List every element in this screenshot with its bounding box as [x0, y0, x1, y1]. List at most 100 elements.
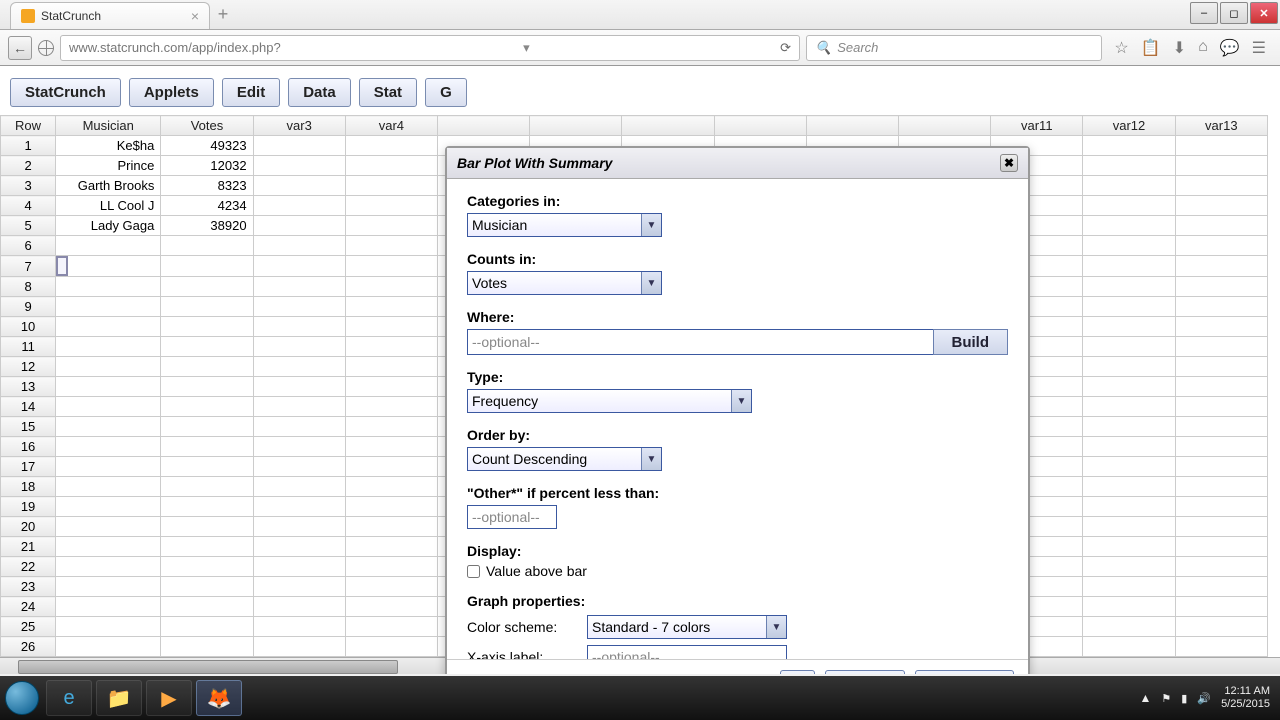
restore-button[interactable]: ◻: [1220, 2, 1248, 24]
row-number[interactable]: 4: [1, 196, 56, 216]
cell[interactable]: [345, 277, 437, 297]
cell[interactable]: [253, 377, 345, 397]
cell[interactable]: [1083, 297, 1175, 317]
cell[interactable]: [1083, 417, 1175, 437]
counts-select[interactable]: Votes▼: [467, 271, 662, 295]
categories-select[interactable]: Musician▼: [467, 213, 662, 237]
cell[interactable]: [161, 417, 253, 437]
menu-statcrunch[interactable]: StatCrunch: [10, 78, 121, 107]
clipboard-icon[interactable]: 📋: [1141, 38, 1161, 58]
cell[interactable]: [1083, 236, 1175, 256]
cell[interactable]: Prince: [56, 156, 161, 176]
row-number[interactable]: 13: [1, 377, 56, 397]
row-number[interactable]: 12: [1, 357, 56, 377]
cell[interactable]: [345, 317, 437, 337]
cell[interactable]: [1083, 617, 1175, 637]
cell[interactable]: [1083, 277, 1175, 297]
cell[interactable]: [345, 216, 437, 236]
row-number[interactable]: 22: [1, 557, 56, 577]
cell[interactable]: [56, 236, 161, 256]
cell[interactable]: [1175, 357, 1267, 377]
cell[interactable]: [161, 397, 253, 417]
type-select[interactable]: Frequency▼: [467, 389, 752, 413]
row-number[interactable]: 17: [1, 457, 56, 477]
taskbar-explorer-icon[interactable]: 📁: [96, 680, 142, 716]
cell[interactable]: [1175, 617, 1267, 637]
cell[interactable]: [253, 397, 345, 417]
cell[interactable]: [1083, 397, 1175, 417]
compute-button[interactable]: Compute!: [915, 670, 1014, 674]
cell[interactable]: [161, 617, 253, 637]
cell[interactable]: [56, 397, 161, 417]
cell[interactable]: [56, 537, 161, 557]
cell[interactable]: [56, 256, 68, 276]
cell[interactable]: [1083, 497, 1175, 517]
cell[interactable]: [253, 317, 345, 337]
row-number[interactable]: 24: [1, 597, 56, 617]
cell[interactable]: [1175, 577, 1267, 597]
row-number[interactable]: 5: [1, 216, 56, 236]
cell[interactable]: [345, 236, 437, 256]
row-number[interactable]: 20: [1, 517, 56, 537]
cell[interactable]: [56, 417, 161, 437]
cell[interactable]: [345, 136, 437, 156]
cell[interactable]: [56, 577, 161, 597]
column-header[interactable]: Row: [1, 116, 56, 136]
cell[interactable]: Garth Brooks: [56, 176, 161, 196]
cell[interactable]: [1083, 216, 1175, 236]
column-header[interactable]: [622, 116, 714, 136]
back-button[interactable]: ←: [8, 36, 32, 60]
cell[interactable]: [345, 617, 437, 637]
cell[interactable]: [345, 577, 437, 597]
tab-close-icon[interactable]: ×: [191, 8, 199, 24]
cell[interactable]: [253, 277, 345, 297]
value-above-bar-checkbox[interactable]: [467, 565, 480, 578]
row-number[interactable]: 16: [1, 437, 56, 457]
cell[interactable]: [1175, 236, 1267, 256]
cell[interactable]: [1175, 557, 1267, 577]
cell[interactable]: [253, 537, 345, 557]
cancel-button[interactable]: Cancel: [825, 670, 905, 674]
cell[interactable]: [345, 337, 437, 357]
cell[interactable]: [1175, 597, 1267, 617]
cell[interactable]: 12032: [161, 156, 253, 176]
cell[interactable]: [253, 156, 345, 176]
cell[interactable]: [1083, 156, 1175, 176]
cell[interactable]: [1083, 317, 1175, 337]
cell[interactable]: [1175, 537, 1267, 557]
cell[interactable]: [161, 457, 253, 477]
cell[interactable]: [345, 196, 437, 216]
cell[interactable]: [253, 136, 345, 156]
row-number[interactable]: 25: [1, 617, 56, 637]
cell[interactable]: [56, 517, 161, 537]
cell[interactable]: [1175, 196, 1267, 216]
column-header[interactable]: var11: [991, 116, 1083, 136]
cell[interactable]: [161, 337, 253, 357]
cell[interactable]: [1083, 597, 1175, 617]
cell[interactable]: [345, 256, 437, 277]
cell[interactable]: [56, 377, 161, 397]
reload-icon[interactable]: ⟳: [780, 40, 791, 56]
cell[interactable]: [1083, 337, 1175, 357]
cell[interactable]: [253, 557, 345, 577]
tray-volume-icon[interactable]: 🔊: [1197, 692, 1211, 705]
row-number[interactable]: 18: [1, 477, 56, 497]
column-header[interactable]: var4: [345, 116, 437, 136]
dialog-close-button[interactable]: ✖: [1000, 154, 1018, 172]
cell[interactable]: [56, 297, 161, 317]
cell[interactable]: [1083, 517, 1175, 537]
cell[interactable]: [161, 377, 253, 397]
taskbar-ie-icon[interactable]: e: [46, 680, 92, 716]
cell[interactable]: 4234: [161, 196, 253, 216]
cell[interactable]: [1175, 477, 1267, 497]
cell[interactable]: [253, 297, 345, 317]
menu-graph[interactable]: G: [425, 78, 467, 107]
cell[interactable]: [1175, 437, 1267, 457]
cell[interactable]: [253, 357, 345, 377]
minimize-button[interactable]: ‒: [1190, 2, 1218, 24]
home-icon[interactable]: ⌂: [1198, 38, 1208, 58]
cell[interactable]: [1175, 377, 1267, 397]
menu-applets[interactable]: Applets: [129, 78, 214, 107]
cell[interactable]: [345, 417, 437, 437]
cell[interactable]: [1175, 136, 1267, 156]
